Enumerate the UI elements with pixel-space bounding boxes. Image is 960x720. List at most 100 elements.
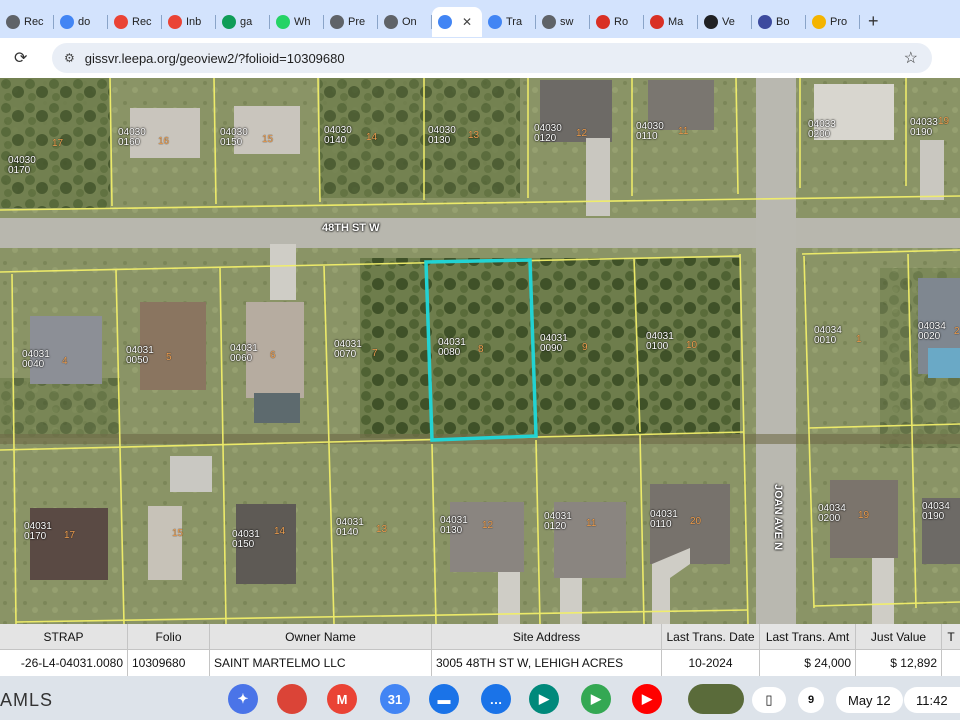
- red-c-icon: [650, 15, 664, 29]
- tab-label: do: [78, 16, 91, 28]
- notification-count-badge[interactable]: 9: [798, 687, 824, 713]
- parcel-id-label[interactable]: 04034 0190: [922, 502, 950, 522]
- youtube-icon[interactable]: ▶: [632, 684, 662, 714]
- parcel-id-label[interactable]: 04031 0140: [336, 518, 364, 538]
- browser-tab[interactable]: Rec: [108, 7, 162, 37]
- lot-number-label: 20: [690, 516, 702, 527]
- date-pill[interactable]: May 12: [836, 687, 903, 713]
- tab-label: Wh: [294, 16, 311, 28]
- lot-number-label: 12: [482, 520, 494, 531]
- calendar-icon[interactable]: 31: [380, 684, 410, 714]
- lot-number-label: 16: [158, 136, 170, 147]
- whatsapp-icon: [276, 15, 290, 29]
- column-header-strap[interactable]: STRAP: [0, 624, 128, 649]
- parcel-id-label[interactable]: 04031 0110: [650, 510, 678, 530]
- lot-number-label: 13: [468, 130, 480, 141]
- lot-number-label: 19: [938, 116, 950, 127]
- parcel-id-label[interactable]: 04031 0050: [126, 346, 154, 366]
- browser-tab[interactable]: Bo: [752, 7, 806, 37]
- browser-tab[interactable]: Ma: [644, 7, 698, 37]
- clock[interactable]: 11:42: [904, 687, 960, 713]
- lot-number-label: 7: [372, 348, 378, 359]
- column-header-owner[interactable]: Owner Name: [210, 624, 432, 649]
- column-header-trans-date[interactable]: Last Trans. Date: [662, 624, 760, 649]
- page-icon: [6, 15, 20, 29]
- browser-tab[interactable]: On: [378, 7, 432, 37]
- parcel-id-label[interactable]: 04031 0060: [230, 344, 258, 364]
- parcel-id-label[interactable]: 04030 0110: [636, 122, 664, 142]
- new-tab-button[interactable]: +: [868, 11, 879, 32]
- parcel-id-label[interactable]: 04030 0140: [324, 126, 352, 146]
- browser-tab[interactable]: Ve: [698, 7, 752, 37]
- browser-tab[interactable]: Rec: [0, 7, 54, 37]
- column-header-trans-amt[interactable]: Last Trans. Amt: [760, 624, 856, 649]
- sheets-icon: [222, 15, 236, 29]
- column-header-just-value[interactable]: Just Value: [856, 624, 942, 649]
- address-bar[interactable]: ⚙ gissvr.leepa.org/geoview2/?folioid=103…: [52, 43, 932, 73]
- messages-icon[interactable]: …: [481, 684, 511, 714]
- gemini-icon[interactable]: ✦: [228, 684, 258, 714]
- close-tab-icon[interactable]: ✕: [462, 15, 472, 29]
- browser-tab[interactable]: Ro: [590, 7, 644, 37]
- gmail-icon: [114, 15, 128, 29]
- table-row[interactable]: -26-L4-04031.0080 10309680 SAINT MARTELM…: [0, 650, 960, 676]
- meet-icon[interactable]: ▶: [529, 684, 559, 714]
- tab-label: ga: [240, 16, 253, 28]
- aerial-map[interactable]: 48TH ST W JOAN AVE N 04030 0170 17 04030 0…: [0, 78, 960, 624]
- files-icon[interactable]: ▬: [429, 684, 459, 714]
- parcel-id-label[interactable]: 04033 0190: [910, 118, 938, 138]
- parcel-id-label[interactable]: 04034 0200: [818, 504, 846, 524]
- parcel-id-label[interactable]: 04031 0100: [646, 332, 674, 352]
- parcel-id-label[interactable]: 04031 0070: [334, 340, 362, 360]
- parcel-id-label[interactable]: 04031 0120: [544, 512, 572, 532]
- tab-label: Inb: [186, 16, 202, 28]
- parcel-id-label[interactable]: 04031 0170: [24, 522, 52, 542]
- browser-tab[interactable]: Inb: [162, 7, 216, 37]
- browser-tab[interactable]: Pre: [324, 7, 378, 37]
- tab-label: Pre: [348, 16, 366, 28]
- parcel-id-label[interactable]: 04031 0080: [438, 338, 466, 358]
- phone-hub-icon[interactable]: ▯: [752, 687, 786, 713]
- tab-label: Tra: [506, 16, 523, 28]
- parcel-id-label[interactable]: 04030 0130: [428, 126, 456, 146]
- photos-thumbnail-icon[interactable]: [688, 684, 744, 714]
- parcel-id-label[interactable]: 04030 0160: [118, 128, 146, 148]
- bookmark-star-icon[interactable]: ☆: [904, 48, 918, 68]
- column-header-address[interactable]: Site Address: [432, 624, 662, 649]
- parcel-id-label[interactable]: 04031 0040: [22, 350, 50, 370]
- parcel-id-label[interactable]: 04034 0020: [918, 322, 946, 342]
- column-header-truncated[interactable]: T: [942, 624, 960, 649]
- parcel-id-label[interactable]: 04030 0150: [220, 128, 248, 148]
- lens-icon: [438, 15, 452, 29]
- chrome-icon[interactable]: [277, 684, 307, 714]
- lot-number-label: 15: [172, 528, 184, 539]
- browser-tab[interactable]: ga: [216, 7, 270, 37]
- parcel-id-label[interactable]: 04030 0120: [534, 124, 562, 144]
- reload-icon[interactable]: ⟳: [14, 48, 38, 68]
- lot-number-label: 14: [366, 132, 378, 143]
- browser-tab[interactable]: do: [54, 7, 108, 37]
- parcel-id-label[interactable]: 04030 0170: [8, 156, 36, 176]
- browser-tab[interactable]: Tra: [482, 7, 536, 37]
- site-info-icon[interactable]: ⚙: [64, 51, 75, 65]
- parcel-id-label[interactable]: 04031 0090: [540, 334, 568, 354]
- cell-address: 3005 48TH ST W, LEHIGH ACRES: [432, 650, 662, 676]
- browser-tab[interactable]: Wh: [270, 7, 324, 37]
- parcel-id-label[interactable]: 04033 0200: [808, 120, 836, 140]
- column-header-folio[interactable]: Folio: [128, 624, 210, 649]
- url-text[interactable]: gissvr.leepa.org/geoview2/?folioid=10309…: [85, 51, 904, 66]
- cell-owner: SAINT MARTELMO LLC: [210, 650, 432, 676]
- lot-number-label: 12: [576, 128, 588, 139]
- browser-tab[interactable]: Pro: [806, 7, 860, 37]
- browser-tab[interactable]: ✕: [432, 7, 482, 37]
- globe-icon: [384, 15, 398, 29]
- gmail-icon[interactable]: M: [327, 684, 357, 714]
- browser-tab[interactable]: sw: [536, 7, 590, 37]
- parcel-id-label[interactable]: 04031 0130: [440, 516, 468, 536]
- cell-just-value: $ 12,892: [856, 650, 942, 676]
- parcel-id-label[interactable]: 04034 0010: [814, 326, 842, 346]
- tab-label: Pro: [830, 16, 848, 28]
- parcel-id-label[interactable]: 04031 0150: [232, 530, 260, 550]
- cell-strap: -26-L4-04031.0080: [0, 650, 128, 676]
- play-store-icon[interactable]: ▶: [581, 684, 611, 714]
